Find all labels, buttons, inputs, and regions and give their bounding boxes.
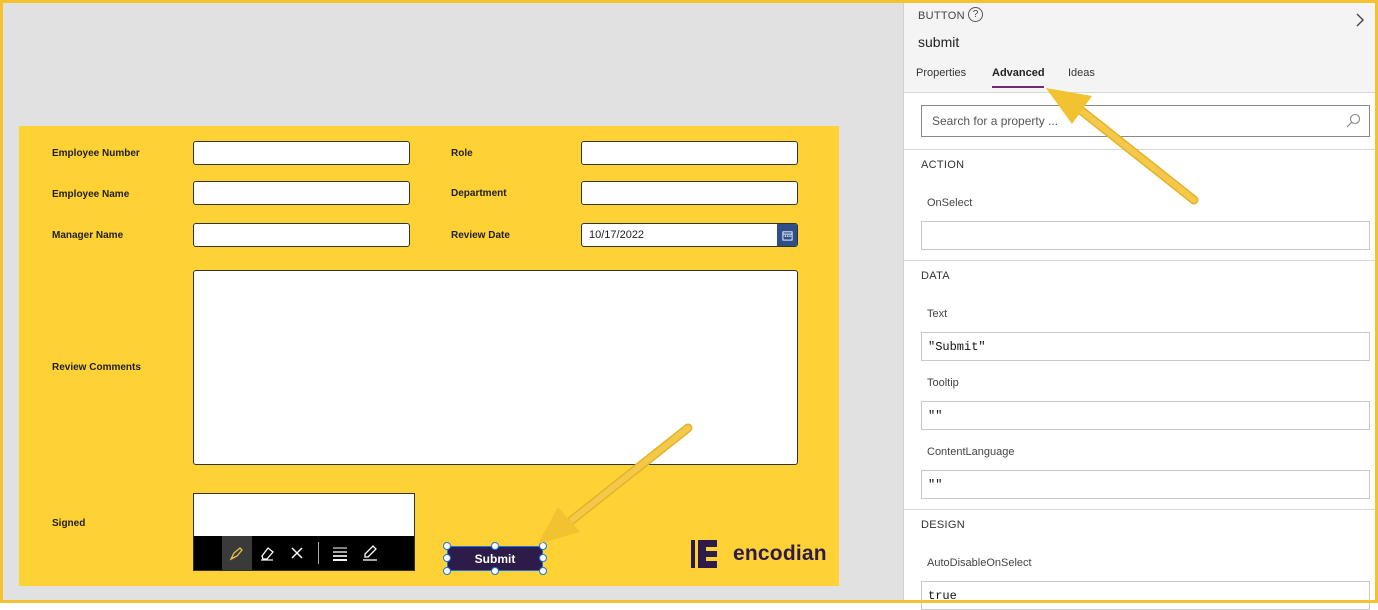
search-icon[interactable] [1345, 113, 1361, 129]
section-divider [904, 260, 1375, 261]
employee-name-input[interactable] [193, 181, 410, 205]
control-type: BUTTON [918, 10, 965, 22]
role-input[interactable] [581, 141, 798, 165]
help-icon[interactable]: ? [968, 7, 983, 22]
review-date-picker[interactable]: 10/17/2022 [581, 223, 798, 247]
section-data-title: DATA [921, 270, 950, 282]
autodisable-label: AutoDisableOnSelect [927, 557, 1032, 569]
encodian-logo: encodian [691, 538, 827, 570]
onselect-formula[interactable] [921, 221, 1370, 250]
collapse-chevron-icon[interactable] [1353, 11, 1367, 29]
selection-handle[interactable] [443, 567, 451, 575]
pen-icon[interactable] [222, 536, 252, 570]
text-formula[interactable]: "Submit" [921, 332, 1370, 361]
selection-handle[interactable] [539, 567, 547, 575]
review-form: Employee Number Employee Name Manager Na… [19, 126, 839, 586]
toolbar-separator [318, 542, 319, 564]
search-input[interactable] [922, 106, 1322, 136]
tab-ideas[interactable]: Ideas [1068, 67, 1095, 79]
thickness-icon[interactable] [325, 536, 355, 570]
selection-handle[interactable] [491, 542, 499, 550]
tab-properties[interactable]: Properties [916, 67, 966, 79]
panel-header: BUTTON ? submit Properties Advanced Idea… [904, 3, 1375, 93]
review-comments-label: Review Comments [52, 362, 141, 373]
section-divider [904, 149, 1375, 150]
selection-handle[interactable] [539, 554, 547, 562]
signature-pen-input[interactable] [193, 493, 415, 571]
control-name[interactable]: submit [918, 34, 959, 50]
property-panel: BUTTON ? submit Properties Advanced Idea… [903, 3, 1375, 610]
review-comments-textarea[interactable] [193, 270, 798, 465]
contentlanguage-label: ContentLanguage [927, 446, 1015, 458]
section-action-title: ACTION [921, 159, 965, 171]
signed-label: Signed [52, 518, 86, 529]
employee-number-label: Employee Number [52, 148, 140, 159]
eraser-icon[interactable] [252, 536, 282, 570]
selection-handle[interactable] [539, 542, 547, 550]
contentlanguage-formula[interactable]: "" [921, 470, 1370, 499]
review-date-value: 10/17/2022 [589, 229, 645, 241]
section-divider [904, 509, 1375, 510]
clear-icon[interactable] [282, 536, 312, 570]
manager-name-label: Manager Name [52, 230, 124, 241]
role-label: Role [451, 148, 473, 159]
tab-advanced[interactable]: Advanced [992, 67, 1045, 79]
pen-toolbar [194, 536, 414, 570]
encodian-logo-text: encodian [733, 542, 827, 565]
encodian-logo-mark [691, 540, 717, 568]
active-tab-indicator [992, 86, 1044, 88]
tooltip-formula[interactable]: "" [921, 401, 1370, 430]
calendar-icon[interactable] [777, 224, 797, 246]
text-label: Text [927, 308, 948, 320]
autodisable-formula[interactable]: true [921, 581, 1370, 610]
selection-handle[interactable] [443, 542, 451, 550]
employee-number-input[interactable] [193, 141, 410, 165]
property-search[interactable] [921, 105, 1370, 137]
employee-name-label: Employee Name [52, 189, 130, 200]
department-input[interactable] [581, 181, 798, 205]
app-canvas: Employee Number Employee Name Manager Na… [3, 3, 903, 600]
manager-name-input[interactable] [193, 223, 410, 247]
review-date-label: Review Date [451, 230, 510, 241]
tooltip-label: Tooltip [927, 377, 959, 389]
selection-handle[interactable] [443, 554, 451, 562]
section-design-title: DESIGN [921, 519, 965, 531]
selection-handle[interactable] [491, 567, 499, 575]
edit-icon[interactable] [355, 536, 385, 570]
department-label: Department [451, 188, 507, 199]
onselect-label: OnSelect [927, 197, 973, 209]
